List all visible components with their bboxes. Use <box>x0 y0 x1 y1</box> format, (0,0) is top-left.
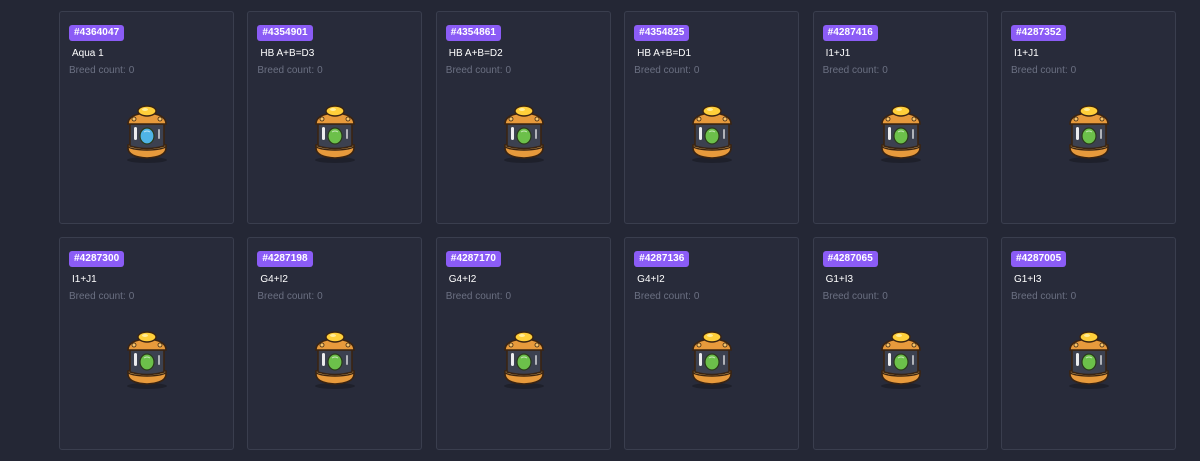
plant-egg-icon <box>1068 105 1109 163</box>
plant-egg-icon <box>692 331 733 389</box>
axie-egg-grid: #4364047 Aqua 1 Breed count: 0 #4354901 H… <box>59 11 1176 450</box>
egg-name: I1+J1 <box>72 274 97 285</box>
breed-count-value: 0 <box>882 65 888 76</box>
breed-count-label: Breed count: <box>634 291 691 302</box>
egg-name: I1+J1 <box>825 48 851 59</box>
id-badge: #4354901 <box>257 25 313 41</box>
egg-card[interactable]: #4287005 G1+I3 Breed count: 0 <box>1000 237 1176 450</box>
breed-count: Breed count: 0 <box>1011 65 1076 77</box>
breed-count-label: Breed count: <box>257 291 315 302</box>
breed-count-value: 0 <box>693 65 700 76</box>
breed-count-value: 0 <box>1070 291 1077 302</box>
id-badge: #4287198 <box>257 251 313 267</box>
aqua-egg-icon <box>127 105 167 163</box>
breed-count: Breed count: 0 <box>257 65 322 77</box>
breed-count-label: Breed count: <box>1010 65 1068 76</box>
plant-egg-icon <box>503 105 544 163</box>
plant-egg-icon <box>1068 331 1109 389</box>
breed-count-label: Breed count: <box>445 65 503 76</box>
plant-egg-icon <box>315 331 356 389</box>
breed-count-label: Breed count: <box>69 291 126 302</box>
breed-count-value: 0 <box>317 291 323 302</box>
egg-card[interactable]: #4287065 G1+I3 Breed count: 0 <box>812 237 988 450</box>
breed-count-label: Breed count: <box>634 65 691 76</box>
id-badge: #4287300 <box>69 251 125 267</box>
egg-card[interactable]: #4354861 HB A+B=D2 Breed count: 0 <box>435 11 611 224</box>
egg-name: G1+I3 <box>825 274 854 285</box>
egg-name: HB A+B=D1 <box>637 48 692 59</box>
breed-count: Breed count: 0 <box>69 65 134 77</box>
breed-count-value: 0 <box>128 291 135 302</box>
id-badge: #4354861 <box>445 25 502 41</box>
breed-count-label: Breed count: <box>445 291 503 302</box>
egg-card[interactable]: #4354901 HB A+B=D3 Breed count: 0 <box>247 11 423 224</box>
egg-card[interactable]: #4364047 Aqua 1 Breed count: 0 <box>59 11 234 224</box>
breed-count: Breed count: 0 <box>634 291 699 303</box>
breed-count-label: Breed count: <box>822 291 880 302</box>
breed-count: Breed count: 0 <box>69 291 134 303</box>
plant-egg-icon <box>315 105 356 163</box>
id-badge: #4364047 <box>69 25 125 41</box>
egg-card[interactable]: #4287352 I1+J1 Breed count: 0 <box>1000 11 1176 224</box>
egg-card[interactable]: #4287170 G4+I2 Breed count: 0 <box>435 237 611 450</box>
breed-count: Breed count: 0 <box>823 65 888 77</box>
breed-count-value: 0 <box>693 291 700 302</box>
plant-egg-icon <box>880 105 921 163</box>
breed-count-value: 0 <box>317 65 323 76</box>
egg-name: G1+I3 <box>1013 274 1042 285</box>
plant-egg-icon <box>503 331 544 389</box>
breed-count-label: Breed count: <box>69 65 126 76</box>
egg-card[interactable]: #4354825 HB A+B=D1 Breed count: 0 <box>624 11 800 224</box>
egg-card[interactable]: #4287300 I1+J1 Breed count: 0 <box>59 237 234 450</box>
breed-count-value: 0 <box>128 65 135 76</box>
egg-name: I1+J1 <box>1013 48 1039 59</box>
breed-count: Breed count: 0 <box>823 291 888 303</box>
breed-count: Breed count: 0 <box>446 291 511 303</box>
plant-egg-icon <box>127 331 167 389</box>
breed-count-value: 0 <box>505 65 512 76</box>
id-badge: #4287065 <box>822 251 878 267</box>
egg-name: HB A+B=D2 <box>448 48 503 59</box>
breed-count-value: 0 <box>882 291 888 302</box>
plant-egg-icon <box>880 331 921 389</box>
breed-count: Breed count: 0 <box>257 291 322 303</box>
id-badge: #4287136 <box>634 251 690 267</box>
id-badge: #4287416 <box>822 25 878 41</box>
breed-count: Breed count: 0 <box>446 65 511 77</box>
egg-name: HB A+B=D3 <box>260 48 315 59</box>
breed-count-value: 0 <box>505 291 512 302</box>
egg-name: G4+I2 <box>448 274 477 285</box>
id-badge: #4354825 <box>634 25 690 41</box>
breed-count: Breed count: 0 <box>634 65 699 77</box>
id-badge: #4287005 <box>1010 251 1067 267</box>
egg-name: G4+I2 <box>260 274 288 285</box>
id-badge: #4287352 <box>1010 25 1067 41</box>
plant-egg-icon <box>692 105 733 163</box>
breed-count-label: Breed count: <box>257 65 315 76</box>
breed-count-label: Breed count: <box>1010 291 1068 302</box>
breed-count: Breed count: 0 <box>1011 291 1076 303</box>
egg-card[interactable]: #4287198 G4+I2 Breed count: 0 <box>247 237 423 450</box>
egg-name: G4+I2 <box>637 274 665 285</box>
egg-name: Aqua 1 <box>72 48 104 59</box>
egg-card[interactable]: #4287136 G4+I2 Breed count: 0 <box>624 237 800 450</box>
breed-count-label: Breed count: <box>822 65 880 76</box>
egg-card[interactable]: #4287416 I1+J1 Breed count: 0 <box>812 11 988 224</box>
breed-count-value: 0 <box>1070 65 1077 76</box>
id-badge: #4287170 <box>445 251 502 267</box>
